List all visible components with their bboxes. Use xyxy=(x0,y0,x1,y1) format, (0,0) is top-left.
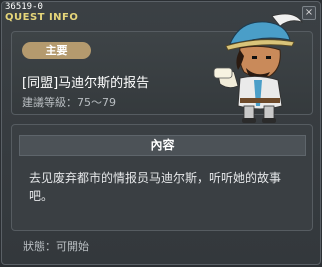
content-section-header: 內容 xyxy=(19,135,306,156)
level-requirement: 建議等級：75～79 xyxy=(22,96,116,109)
window-title: QUEST INFO xyxy=(5,12,79,23)
quest-name: [同盟]马迪尔斯的报告 xyxy=(22,76,150,91)
npc-portrait-icon xyxy=(213,13,303,123)
quest-status: 狀態：可開始 xyxy=(23,240,89,253)
quest-info-window: 36519-0 QUEST INFO × 主要 [同盟]马迪尔斯的报告 建議等級… xyxy=(1,1,321,265)
quest-description: 去见废弃都市的情报员马迪尔斯，听听她的故事吧。 xyxy=(29,171,282,203)
quest-tier-badge: 主要 xyxy=(22,42,91,59)
quest-id: 36519-0 xyxy=(5,2,43,12)
quest-content-panel: 內容 去见废弃都市的情报员马迪尔斯，听听她的故事吧。 xyxy=(11,124,313,231)
